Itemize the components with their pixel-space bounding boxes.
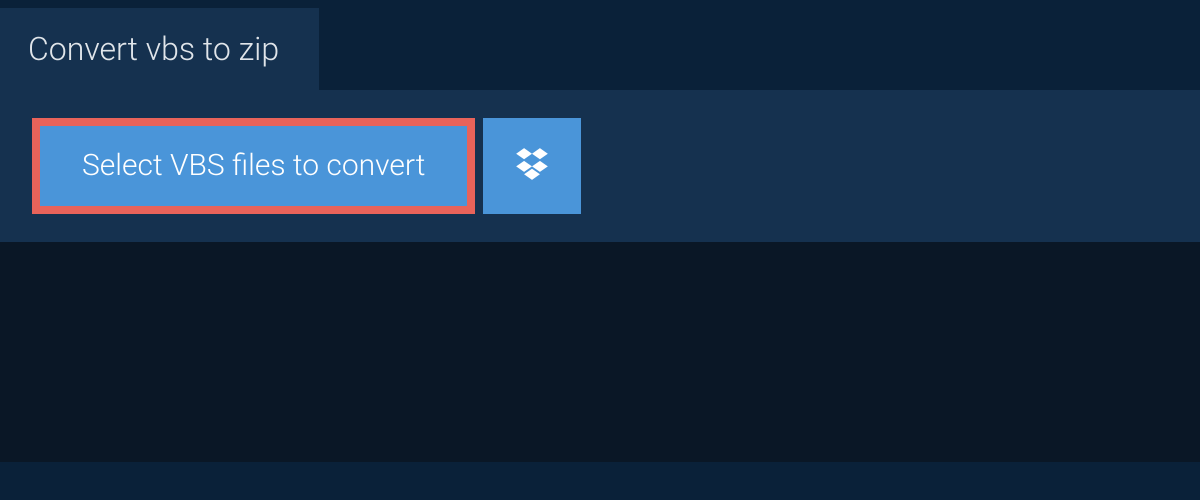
lower-area bbox=[0, 242, 1200, 462]
upload-panel: Select VBS files to convert bbox=[0, 90, 1200, 242]
tab-title: Convert vbs to zip bbox=[28, 30, 279, 68]
dropbox-icon bbox=[513, 145, 551, 187]
button-row: Select VBS files to convert bbox=[32, 118, 1168, 214]
select-files-button[interactable]: Select VBS files to convert bbox=[32, 118, 475, 214]
select-files-label: Select VBS files to convert bbox=[82, 148, 425, 184]
dropbox-button[interactable] bbox=[483, 118, 581, 214]
tab-convert[interactable]: Convert vbs to zip bbox=[0, 8, 319, 90]
